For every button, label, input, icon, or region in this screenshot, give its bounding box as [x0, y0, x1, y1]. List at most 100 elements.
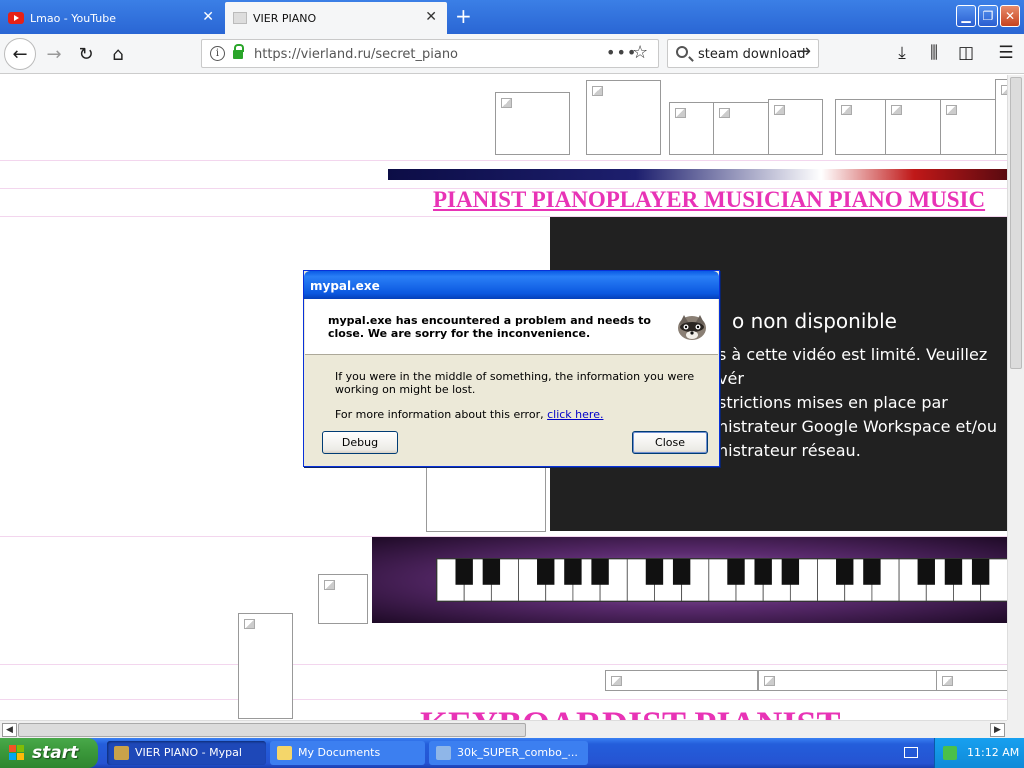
youtube-icon: [8, 12, 24, 24]
clock[interactable]: 11:12 AM: [967, 746, 1019, 759]
home-button[interactable]: ⌂: [102, 38, 134, 70]
taskbar-item-label: My Documents: [298, 746, 381, 759]
decorative-banner-bar: [388, 169, 1007, 180]
page-favicon-icon: [233, 12, 247, 24]
taskbar-item-label: 30k_SUPER_combo_...: [457, 746, 578, 759]
search-icon: [676, 46, 688, 58]
scroll-left-arrow-icon[interactable]: ◀: [2, 723, 17, 737]
broken-image: [713, 102, 769, 155]
start-label: start: [32, 743, 79, 763]
back-button[interactable]: ←: [4, 38, 36, 70]
broken-image-icon: [675, 108, 686, 118]
debug-button[interactable]: Debug: [322, 431, 398, 454]
broken-image-icon: [501, 98, 512, 108]
bottom-heading: KEYBOARDIST PIANIST: [420, 706, 840, 720]
broken-image-icon: [891, 105, 902, 115]
divider: [0, 699, 1007, 700]
broken-image-icon: [774, 105, 785, 115]
black-key: [917, 559, 935, 585]
taskbar-item-combo[interactable]: 30k_SUPER_combo_...: [429, 741, 588, 765]
dialog-more-info-text: For more information about this error,: [335, 408, 548, 421]
black-key: [727, 559, 745, 585]
navigation-bar: ← → ↻ ⌂ i https://vierland.ru/secret_pia…: [0, 34, 1024, 74]
broken-image-icon: [244, 619, 255, 629]
broken-image-icon: [764, 676, 775, 686]
taskbar-item-mypal[interactable]: VIER PIANO - Mypal: [107, 741, 266, 765]
close-button[interactable]: Close: [632, 431, 708, 454]
logo-yellow: [17, 753, 24, 760]
minimize-button[interactable]: ▁: [956, 5, 976, 27]
horizontal-scroll-thumb[interactable]: [18, 723, 526, 737]
vertical-scrollbar[interactable]: [1007, 75, 1024, 720]
broken-image: [940, 99, 996, 155]
piano-keys-graphic: [436, 558, 1007, 602]
broken-image: [605, 670, 758, 691]
network-icon[interactable]: [943, 746, 957, 760]
info-icon[interactable]: i: [210, 46, 225, 61]
keyboard-icon[interactable]: [904, 747, 918, 758]
tab-close-icon[interactable]: ✕: [425, 10, 437, 24]
broken-image: [586, 80, 661, 155]
black-key: [836, 559, 854, 585]
page-heading-link[interactable]: PIANIST PIANOPLAYER MUSICIAN PIANO MUSIC: [433, 187, 985, 213]
divider: [0, 664, 1007, 665]
download-icon[interactable]: ⤓: [888, 38, 916, 68]
scroll-right-arrow-icon[interactable]: ▶: [990, 723, 1005, 737]
broken-image: [995, 79, 1007, 155]
system-tray: 11:12 AM: [934, 738, 1024, 768]
broken-image-icon: [841, 105, 852, 115]
library-icon[interactable]: ⫼: [920, 38, 948, 68]
dialog-title[interactable]: mypal.exe: [304, 271, 719, 299]
dialog-info-text: If you were in the middle of something, …: [335, 370, 695, 396]
black-key: [672, 559, 691, 585]
lock-icon[interactable]: [233, 44, 244, 59]
vertical-scroll-thumb[interactable]: [1010, 77, 1022, 369]
black-key: [564, 559, 582, 585]
scrollbar-corner: [1007, 720, 1024, 738]
search-input[interactable]: steam download: [698, 47, 806, 62]
broken-image: [669, 102, 714, 155]
window-close-button[interactable]: ✕: [1000, 5, 1020, 27]
logo-red: [9, 745, 16, 752]
logo-green: [17, 745, 24, 752]
maximize-button[interactable]: ❐: [978, 5, 998, 27]
taskbar: start VIER PIANO - Mypal My Documents 30…: [0, 738, 1024, 768]
horizontal-scrollbar[interactable]: ◀ ▶: [0, 720, 1024, 738]
black-key: [537, 559, 555, 585]
broken-image-icon: [942, 676, 953, 686]
tab-vier-piano[interactable]: VIER PIANO ✕: [225, 2, 447, 34]
new-tab-button[interactable]: +: [455, 6, 472, 26]
black-key: [754, 559, 772, 585]
dialog-more-info: For more information about this error, c…: [335, 408, 603, 421]
broken-image: [835, 99, 886, 155]
hamburger-menu-icon[interactable]: ☰: [992, 38, 1020, 68]
folder-icon: [277, 746, 292, 760]
url-bar[interactable]: i https://vierland.ru/secret_piano ••• ☆: [201, 39, 659, 68]
broken-image-icon: [324, 580, 335, 590]
reload-button[interactable]: ↻: [70, 38, 102, 70]
broken-image-icon: [592, 86, 603, 96]
sidebar-icon[interactable]: ◫: [952, 38, 980, 68]
broken-image-icon: [719, 108, 730, 118]
mypal-icon: [114, 746, 129, 760]
tab-youtube[interactable]: Lmao - YouTube ✕: [0, 2, 224, 34]
start-button[interactable]: start: [0, 738, 98, 768]
forward-button[interactable]: →: [38, 38, 70, 70]
broken-image-icon: [946, 105, 957, 115]
video-unavailable-message: s à cette vidéo est limité. Veuillez vér…: [718, 345, 997, 460]
black-key: [455, 559, 473, 585]
taskbar-item-my-documents[interactable]: My Documents: [270, 741, 425, 765]
search-go-icon[interactable]: →: [796, 41, 811, 62]
broken-image: [495, 92, 570, 155]
url-text[interactable]: https://vierland.ru/secret_piano: [254, 47, 458, 62]
piano-keyboard-banner: [372, 537, 1007, 623]
window-icon: [436, 746, 451, 760]
search-bar[interactable]: steam download →: [667, 39, 819, 68]
tab-close-icon[interactable]: ✕: [202, 10, 214, 24]
logo-blue: [9, 753, 16, 760]
black-key: [591, 559, 609, 585]
broken-image: [885, 99, 941, 155]
bookmark-star-icon[interactable]: ☆: [632, 42, 648, 63]
click-here-link[interactable]: click here.: [547, 408, 603, 421]
raccoon-app-icon: [678, 315, 706, 340]
